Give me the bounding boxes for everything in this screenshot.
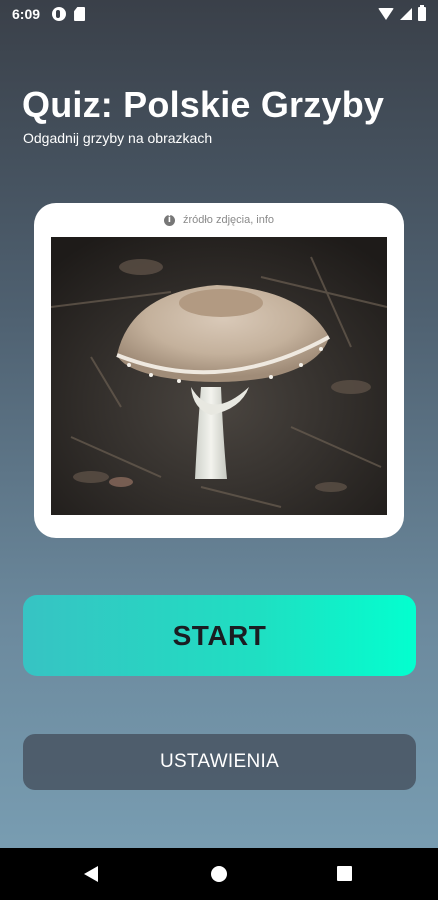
- wifi-icon: [378, 8, 394, 20]
- info-icon: i: [163, 214, 175, 226]
- start-button[interactable]: START: [23, 595, 416, 676]
- status-bar: 6:09: [0, 0, 438, 28]
- signal-icon: [400, 8, 412, 20]
- battery-icon: [418, 5, 426, 21]
- image-source-label: źródło zdjęcia, info: [182, 214, 275, 226]
- system-nav-bar: [0, 848, 438, 900]
- home-icon[interactable]: [211, 866, 227, 882]
- sd-card-icon: [74, 7, 86, 21]
- recent-apps-icon[interactable]: [337, 866, 352, 881]
- notification-icon: [52, 7, 67, 21]
- mushroom-illustration: [51, 237, 387, 515]
- image-card: i źródło zdjęcia, info: [34, 203, 404, 538]
- back-icon[interactable]: [84, 866, 98, 882]
- settings-button[interactable]: USTAWIENIA: [23, 734, 416, 790]
- mushroom-photo: [51, 237, 387, 515]
- page-title: Quiz: Polskie Grzyby: [22, 84, 385, 125]
- status-right-group: [378, 5, 426, 21]
- status-time: 6:09: [12, 6, 41, 22]
- page-subtitle: Odgadnij grzyby na obrazkach: [23, 130, 213, 146]
- image-source-info[interactable]: i źródło zdjęcia, info: [34, 211, 404, 229]
